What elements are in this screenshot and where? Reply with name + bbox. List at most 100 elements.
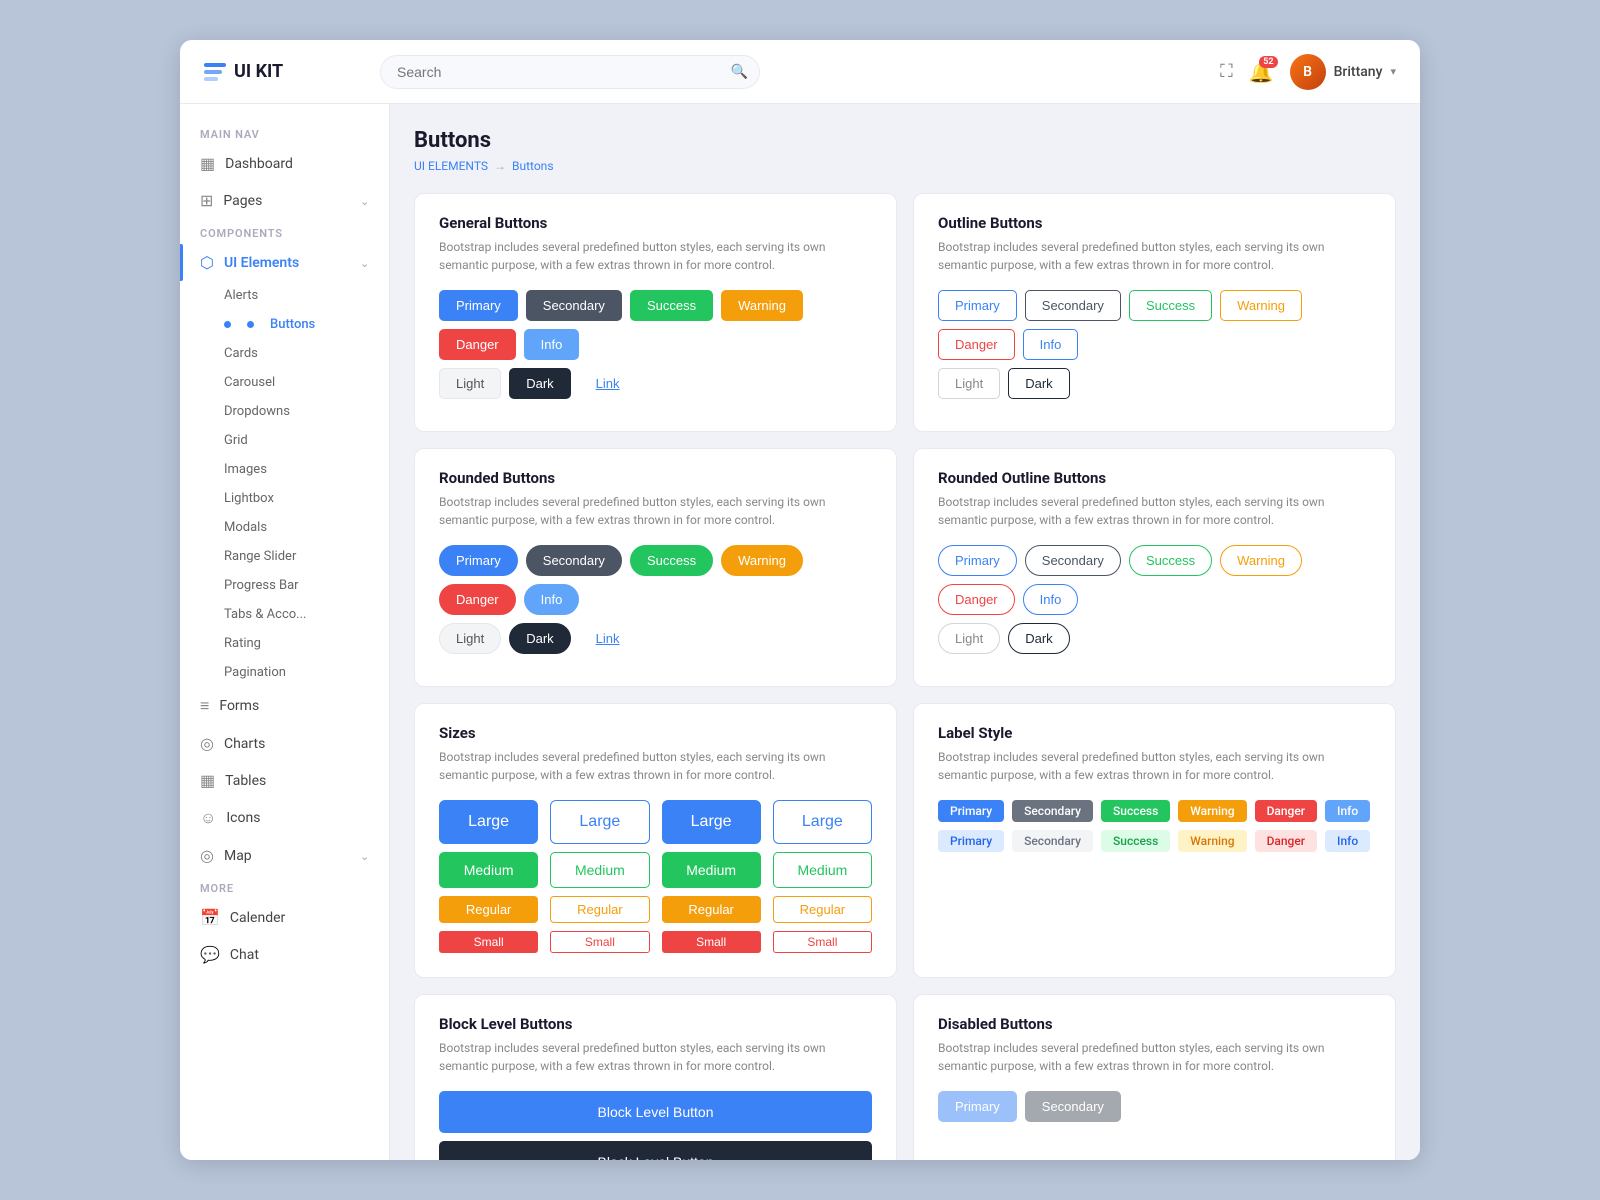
sidebar-item-forms[interactable]: ≡ Forms: [180, 687, 389, 725]
btn-disabled-primary[interactable]: Primary: [938, 1091, 1017, 1122]
sidebar-item-grid[interactable]: Grid: [216, 426, 389, 455]
btn-primary[interactable]: Primary: [439, 290, 518, 321]
btn-warning[interactable]: Warning: [721, 290, 803, 321]
btn-rounded-warning[interactable]: Warning: [721, 545, 803, 576]
sidebar-item-chat[interactable]: 💬 Chat: [180, 936, 389, 973]
btn-outline-info[interactable]: Info: [1023, 329, 1079, 360]
search-input[interactable]: [380, 55, 760, 89]
btn-rounded-danger[interactable]: Danger: [439, 584, 516, 615]
btn-size-regular-outline[interactable]: Regular: [550, 896, 649, 923]
sidebar-item-alerts[interactable]: Alerts: [216, 281, 389, 310]
btn-outline-dark[interactable]: Dark: [1008, 368, 1069, 399]
btn-outline-warning[interactable]: Warning: [1220, 290, 1302, 321]
btn-size-medium-rounded[interactable]: Medium: [662, 852, 761, 888]
user-menu[interactable]: B Brittany ▾: [1290, 54, 1396, 90]
sidebar-item-pagination[interactable]: Pagination: [216, 658, 389, 687]
label-success[interactable]: Success: [1101, 800, 1170, 822]
label-warning[interactable]: Warning: [1178, 800, 1246, 822]
btn-size-large-rounded[interactable]: Large: [662, 800, 761, 844]
btn-rounded-outline-success[interactable]: Success: [1129, 545, 1212, 576]
breadcrumb-parent[interactable]: UI ELEMENTS: [414, 159, 488, 173]
btn-outline-primary[interactable]: Primary: [938, 290, 1017, 321]
sidebar-item-modals[interactable]: Modals: [216, 513, 389, 542]
btn-dark[interactable]: Dark: [509, 368, 570, 399]
btn-secondary[interactable]: Secondary: [526, 290, 622, 321]
btn-rounded-link[interactable]: Link: [579, 623, 637, 654]
btn-info[interactable]: Info: [524, 329, 580, 360]
btn-rounded-dark[interactable]: Dark: [509, 623, 570, 654]
sidebar-item-cards[interactable]: Cards: [216, 339, 389, 368]
btn-size-medium-success[interactable]: Medium: [439, 852, 538, 888]
btn-size-regular-warning[interactable]: Regular: [439, 896, 538, 923]
btn-rounded-outline-info[interactable]: Info: [1023, 584, 1079, 615]
sidebar-item-buttons[interactable]: Buttons: [216, 310, 389, 339]
notification-bell[interactable]: 🔔 52: [1249, 60, 1274, 84]
btn-rounded-light[interactable]: Light: [439, 623, 501, 654]
sidebar-item-lightbox[interactable]: Lightbox: [216, 484, 389, 513]
sidebar-item-rating[interactable]: Rating: [216, 629, 389, 658]
btn-block-primary[interactable]: Block Level Button: [439, 1091, 872, 1133]
sidebar-item-icons[interactable]: ☺ Icons: [180, 799, 389, 837]
btn-rounded-outline-light[interactable]: Light: [938, 623, 1000, 654]
btn-outline-light[interactable]: Light: [938, 368, 1000, 399]
sidebar-item-range-slider[interactable]: Range Slider: [216, 542, 389, 571]
sidebar-item-calendar[interactable]: 📅 Calender: [180, 899, 389, 936]
label-light-success[interactable]: Success: [1101, 830, 1170, 852]
label-primary[interactable]: Primary: [938, 800, 1004, 822]
sidebar-item-progress-bar[interactable]: Progress Bar: [216, 571, 389, 600]
label-light-danger[interactable]: Danger: [1255, 830, 1317, 852]
sidebar-item-map[interactable]: ◎ Map: [180, 837, 389, 874]
btn-size-large-primary[interactable]: Large: [439, 800, 538, 844]
label-light-primary[interactable]: Primary: [938, 830, 1004, 852]
label-light-info[interactable]: Info: [1325, 830, 1370, 852]
sidebar-item-pages[interactable]: ⊞ Pages: [180, 182, 389, 219]
btn-outline-success[interactable]: Success: [1129, 290, 1212, 321]
btn-rounded-primary[interactable]: Primary: [439, 545, 518, 576]
btn-rounded-outline-secondary[interactable]: Secondary: [1025, 545, 1121, 576]
btn-light[interactable]: Light: [439, 368, 501, 399]
label-light-warning[interactable]: Warning: [1178, 830, 1246, 852]
btn-rounded-success[interactable]: Success: [630, 545, 713, 576]
btn-size-large-outline[interactable]: Large: [550, 800, 649, 844]
sidebar-item-tables[interactable]: ▦ Tables: [180, 762, 389, 799]
label-info[interactable]: Info: [1325, 800, 1370, 822]
btn-success[interactable]: Success: [630, 290, 713, 321]
btn-block-dark[interactable]: Block Level Button: [439, 1141, 872, 1160]
btn-size-small-outline[interactable]: Small: [550, 931, 649, 953]
sizes-col-3: Large Medium Regular Small: [662, 800, 761, 953]
btn-size-medium-rounded-outline[interactable]: Medium: [773, 852, 872, 888]
btn-rounded-outline-primary[interactable]: Primary: [938, 545, 1017, 576]
btn-danger[interactable]: Danger: [439, 329, 516, 360]
btn-size-large-rounded-outline[interactable]: Large: [773, 800, 872, 844]
btn-outline-secondary[interactable]: Secondary: [1025, 290, 1121, 321]
btn-rounded-secondary[interactable]: Secondary: [526, 545, 622, 576]
btn-size-small-danger[interactable]: Small: [439, 931, 538, 953]
btn-link[interactable]: Link: [579, 368, 637, 399]
btn-rounded-info[interactable]: Info: [524, 584, 580, 615]
rounded-buttons-row2: Light Dark Link: [439, 623, 872, 654]
btn-rounded-outline-danger[interactable]: Danger: [938, 584, 1015, 615]
btn-size-regular-rounded-outline[interactable]: Regular: [773, 896, 872, 923]
sidebar-item-images[interactable]: Images: [216, 455, 389, 484]
expand-icon[interactable]: ⛶: [1220, 61, 1233, 82]
btn-outline-danger[interactable]: Danger: [938, 329, 1015, 360]
btn-rounded-outline-dark[interactable]: Dark: [1008, 623, 1069, 654]
sidebar-item-carousel[interactable]: Carousel: [216, 368, 389, 397]
outline-buttons-title: Outline Buttons: [938, 214, 1371, 232]
btn-size-small-rounded-outline[interactable]: Small: [773, 931, 872, 953]
sidebar-item-tabs-accordion[interactable]: Tabs & Acco...: [216, 600, 389, 629]
btn-disabled-secondary[interactable]: Secondary: [1025, 1091, 1121, 1122]
sidebar-item-ui-elements[interactable]: ⬡ UI Elements: [180, 244, 389, 281]
btn-size-medium-outline[interactable]: Medium: [550, 852, 649, 888]
sidebar-item-dropdowns[interactable]: Dropdowns: [216, 397, 389, 426]
btn-size-small-rounded[interactable]: Small: [662, 931, 761, 953]
sidebar-item-charts[interactable]: ◎ Charts: [180, 725, 389, 762]
btn-rounded-outline-warning[interactable]: Warning: [1220, 545, 1302, 576]
sidebar-item-dashboard[interactable]: ▦ Dashboard: [180, 145, 389, 182]
label-secondary[interactable]: Secondary: [1012, 800, 1093, 822]
label-light-secondary[interactable]: Secondary: [1012, 830, 1093, 852]
rating-label: Rating: [224, 636, 261, 651]
btn-size-regular-rounded[interactable]: Regular: [662, 896, 761, 923]
label-danger[interactable]: Danger: [1255, 800, 1317, 822]
app-window: UI KIT 🔍 ⛶ 🔔 52 B Brittany ▾ Main Nav ▦: [180, 40, 1420, 1160]
